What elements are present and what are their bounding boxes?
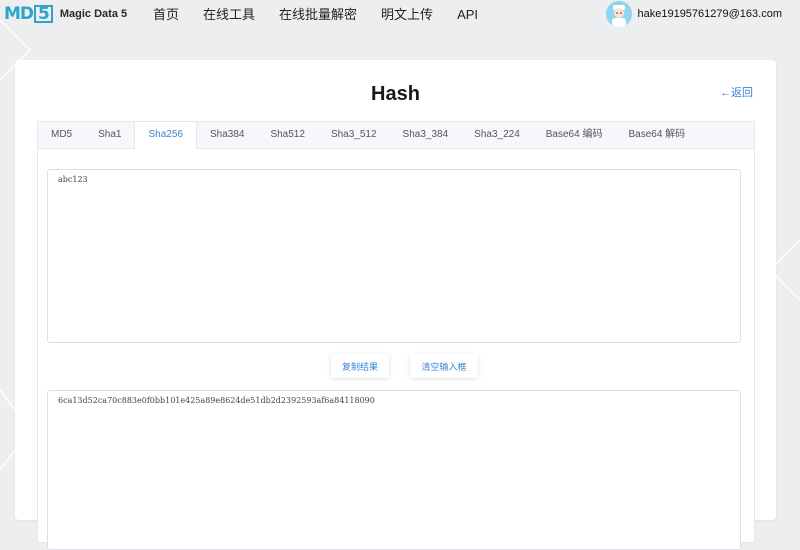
back-link[interactable]: ←返回 — [720, 84, 753, 100]
logo[interactable]: MD 5 Magic Data 5 — [4, 4, 127, 24]
user-menu[interactable]: hake19195761279@163.com — [606, 1, 782, 27]
tab-base64-encode[interactable]: Base64 编码 — [533, 122, 616, 148]
main-nav: 首页 在线工具 在线批量解密 明文上传 API — [153, 6, 502, 23]
logo-mark: MD 5 — [4, 4, 53, 24]
top-navbar: MD 5 Magic Data 5 首页 在线工具 在线批量解密 明文上传 API… — [0, 0, 800, 30]
main-card: Hash ←返回 MD5 Sha1 Sha256 Sha384 Sha512 S… — [15, 60, 776, 550]
tab-sha1[interactable]: Sha1 — [85, 122, 134, 148]
logo-text: Magic Data 5 — [59, 8, 128, 20]
output-textarea[interactable]: 6ca13d52ca70c883e0f0bb101e425a89e8624de5… — [47, 390, 741, 550]
clear-input-button[interactable]: 清空输入框 — [410, 354, 478, 378]
tab-base64-decode[interactable]: Base64 解码 — [615, 122, 698, 148]
tab-sha3-384[interactable]: Sha3_384 — [390, 122, 462, 148]
nav-item-home[interactable]: 首页 — [153, 6, 179, 23]
tab-md5[interactable]: MD5 — [38, 122, 85, 148]
nav-item-batch-decrypt[interactable]: 在线批量解密 — [279, 6, 357, 23]
nav-item-api[interactable]: API — [457, 6, 478, 23]
tab-sha512[interactable]: Sha512 — [257, 122, 317, 148]
tab-sha3-512[interactable]: Sha3_512 — [318, 122, 390, 148]
avatar[interactable] — [606, 1, 633, 27]
hash-panel: MD5 Sha1 Sha256 Sha384 Sha512 Sha3_512 S… — [37, 121, 755, 550]
algorithm-tabs: MD5 Sha1 Sha256 Sha384 Sha512 Sha3_512 S… — [38, 122, 754, 149]
user-email[interactable]: hake19195761279@163.com — [637, 8, 782, 20]
nav-item-plaintext-upload[interactable]: 明文上传 — [381, 6, 433, 23]
tab-sha3-224[interactable]: Sha3_224 — [461, 122, 533, 148]
input-textarea[interactable]: abc123 — [47, 169, 741, 343]
page-title: Hash — [371, 83, 420, 105]
tab-sha256[interactable]: Sha256 — [134, 122, 197, 149]
nav-item-online-tools[interactable]: 在线工具 — [203, 6, 255, 23]
avatar-icon — [606, 1, 633, 27]
tab-sha384[interactable]: Sha384 — [197, 122, 257, 148]
copy-result-button[interactable]: 复制结果 — [331, 354, 389, 378]
